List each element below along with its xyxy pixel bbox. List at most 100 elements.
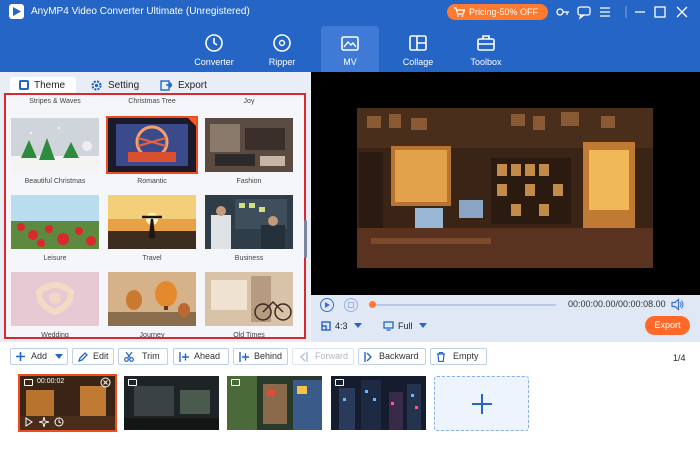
theme-label: Leisure: [43, 255, 67, 262]
timeline-clip[interactable]: [331, 376, 426, 430]
edit-label: Edit: [93, 351, 109, 361]
export-button[interactable]: Export: [645, 316, 690, 335]
remove-clip-icon[interactable]: [100, 377, 111, 388]
progress-track[interactable]: [371, 304, 556, 306]
scissors-icon: [124, 352, 134, 362]
clip-play-icon[interactable]: [24, 417, 34, 427]
nav-label: Ripper: [268, 57, 296, 67]
empty-button[interactable]: Empty: [430, 348, 487, 365]
timeline-clip[interactable]: 00:00:02: [18, 374, 117, 432]
preview-panel: 00:00:00.00/00:00:08.00 4:3 Full Export: [311, 72, 700, 342]
chat-icon[interactable]: [576, 4, 592, 20]
theme-thumb-business[interactable]: [205, 195, 293, 249]
video-clip-icon: [24, 379, 33, 386]
add-button[interactable]: Add: [10, 348, 68, 365]
timeline-clip[interactable]: [227, 376, 322, 430]
backward-label: Backward: [379, 351, 419, 361]
theme-thumb-beautiful-christmas[interactable]: [11, 118, 99, 172]
trim-button[interactable]: Trim: [118, 348, 168, 365]
theme-scrollbar[interactable]: [304, 220, 307, 258]
add-clip-button[interactable]: [434, 376, 529, 431]
theme-label: Journey: [139, 332, 165, 339]
aspect-ratio-value: 4:3: [335, 321, 348, 331]
mv-icon: [341, 36, 359, 51]
play-button[interactable]: [320, 298, 334, 312]
menu-icon[interactable]: [597, 4, 613, 20]
toolbox-icon: [477, 35, 495, 51]
edit-icon: [78, 352, 88, 362]
theme-label: Travel: [142, 255, 162, 262]
collage-icon: [409, 35, 427, 51]
theme-label: Fashion: [236, 178, 262, 185]
minimize-icon[interactable]: [632, 4, 648, 20]
ahead-button[interactable]: Ahead: [173, 348, 229, 365]
forward-label: Forward: [315, 351, 349, 361]
empty-label: Empty: [453, 351, 479, 361]
plus-ahead-icon: [179, 352, 189, 362]
nav-label: Toolbox: [470, 57, 502, 67]
theme-thumb-travel[interactable]: [108, 195, 196, 249]
cart-icon: [454, 7, 465, 17]
theme-label: Romantic: [137, 178, 167, 185]
chevron-down-icon: [419, 323, 427, 328]
preview-image: [311, 72, 700, 295]
theme-label: Wedding: [41, 332, 69, 339]
theme-thumb-romantic[interactable]: [106, 116, 198, 174]
theme-thumb-leisure[interactable]: [11, 195, 99, 249]
converter-icon: [205, 34, 223, 52]
app-logo: [9, 4, 24, 19]
nav-toolbox[interactable]: Toolbox: [457, 26, 515, 72]
effects-icon[interactable]: [39, 417, 49, 427]
theme-thumb-old-times[interactable]: [205, 272, 293, 326]
theme-label: Stripes & Waves: [29, 98, 81, 105]
trash-icon: [437, 352, 445, 362]
disc-icon: [273, 34, 291, 52]
nav-collage[interactable]: Collage: [389, 26, 447, 72]
theme-thumb-fashion[interactable]: [205, 118, 293, 172]
volume-icon[interactable]: [671, 298, 684, 311]
theme-label: Beautiful Christmas: [24, 178, 86, 185]
theme-label: Old Times: [233, 332, 265, 339]
clip-duration: 00:00:02: [37, 378, 65, 385]
progress-handle[interactable]: [369, 301, 376, 308]
nav-label: Collage: [402, 57, 434, 67]
theme-grid: Stripes & Waves Christmas Tree Joy Beaut…: [4, 93, 306, 339]
edit-button[interactable]: Edit: [72, 348, 114, 365]
export-icon: [160, 80, 172, 91]
close-icon[interactable]: [674, 4, 690, 20]
nav-ripper[interactable]: Ripper: [253, 26, 311, 72]
theme-label: Joy: [243, 98, 255, 105]
plus-icon: [472, 394, 492, 414]
play-icon: [325, 302, 330, 308]
forward-icon: [300, 352, 308, 362]
nav-mv[interactable]: MV: [321, 26, 379, 72]
page-count: 1/4: [673, 353, 686, 363]
stop-button[interactable]: [344, 298, 358, 312]
backward-button[interactable]: Backward: [358, 348, 426, 365]
video-clip-icon: [335, 379, 344, 386]
stop-icon: [348, 302, 354, 308]
plus-behind-icon: [239, 352, 249, 362]
behind-button[interactable]: Behind: [233, 348, 288, 365]
main-nav: Converter Ripper MV Collage Toolbox: [0, 24, 700, 72]
theme-label: Business: [234, 255, 264, 262]
theme-thumb-wedding[interactable]: [11, 272, 99, 326]
timeline-clip[interactable]: [124, 376, 219, 430]
title-bar: AnyMP4 Video Converter Ultimate (Unregis…: [0, 0, 700, 24]
video-clip-icon: [128, 379, 137, 386]
add-label: Add: [31, 351, 48, 361]
gear-icon: [91, 80, 102, 91]
forward-button[interactable]: Forward: [292, 348, 354, 365]
pricing-button[interactable]: Pricing-50% OFF: [447, 4, 548, 20]
key-icon[interactable]: [555, 4, 571, 20]
nav-converter[interactable]: Converter: [185, 26, 243, 72]
app-title: AnyMP4 Video Converter Ultimate (Unregis…: [31, 6, 250, 17]
clock-icon[interactable]: [54, 417, 64, 427]
aspect-icon: [321, 321, 331, 331]
nav-label: MV: [343, 57, 357, 67]
maximize-icon[interactable]: [652, 4, 668, 20]
edit-toolbar: Add Edit Trim Ahead Behind Forward Backw…: [0, 342, 700, 372]
behind-label: Behind: [254, 351, 283, 361]
theme-thumb-journey[interactable]: [108, 272, 196, 326]
player-controls: 00:00:00.00/00:00:08.00 4:3 Full Export: [311, 295, 700, 342]
